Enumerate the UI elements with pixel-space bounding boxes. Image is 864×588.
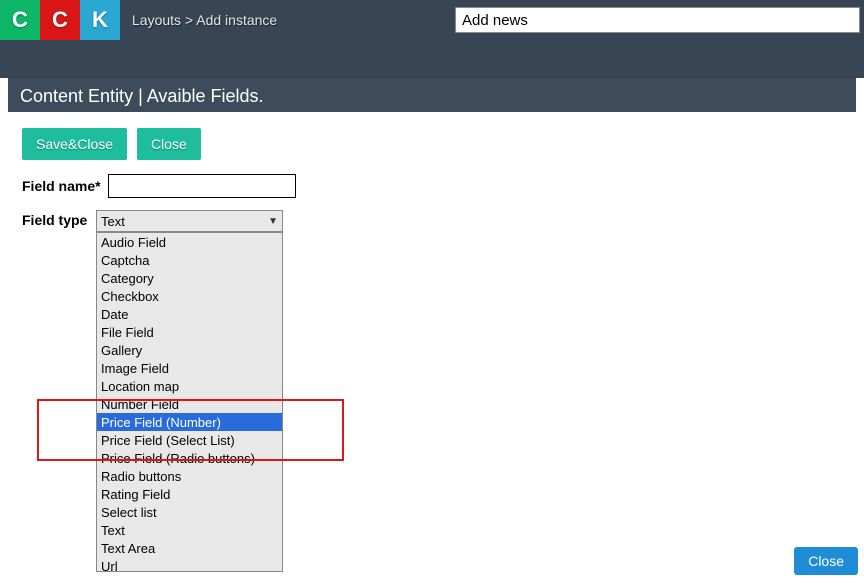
field-type-selected-value: Text [101,214,125,229]
dropdown-option[interactable]: Gallery [97,341,282,359]
logo-k: K [80,0,120,40]
dropdown-option[interactable]: Category [97,269,282,287]
breadcrumb-part2[interactable]: Add instance [196,12,277,28]
field-name-row: Field name* [22,174,842,198]
close-button[interactable]: Close [137,128,201,160]
field-name-label: Field name* [22,178,108,194]
field-type-label: Field type [22,210,96,228]
breadcrumb-sep: > [185,12,193,28]
panel-body: Save&Close Close Field name* Field type … [8,112,856,588]
dropdown-option[interactable]: Text [97,521,282,539]
panel-title: Content Entity | Avaible Fields. [8,78,856,112]
panel: Content Entity | Avaible Fields. Save&Cl… [8,78,856,588]
logo-c1: C [0,0,40,40]
save-close-button[interactable]: Save&Close [22,128,127,160]
dropdown-option[interactable]: Location map [97,377,282,395]
dropdown-option[interactable]: Checkbox [97,287,282,305]
field-type-select-column: Text ▼ Audio FieldCaptchaCategoryCheckbo… [96,210,283,572]
breadcrumb-part1[interactable]: Layouts [132,12,181,28]
dropdown-option[interactable]: Select list [97,503,282,521]
footer-close-button[interactable]: Close [794,547,858,575]
dropdown-option[interactable]: File Field [97,323,282,341]
add-news-input[interactable] [455,7,860,33]
dropdown-option[interactable]: Text Area [97,539,282,557]
breadcrumb: Layouts > Add instance [132,12,277,28]
field-type-row: Field type Text ▼ Audio FieldCaptchaCate… [22,210,842,572]
logo-c2: C [40,0,80,40]
dropdown-option[interactable]: Number Field [97,395,282,413]
top-bar: C C K Layouts > Add instance [0,0,864,78]
dropdown-option[interactable]: Price Field (Radio buttons) [97,449,282,467]
field-type-dropdown[interactable]: Audio FieldCaptchaCategoryCheckboxDateFi… [96,232,283,572]
dropdown-option[interactable]: Image Field [97,359,282,377]
dropdown-option[interactable]: Audio Field [97,233,282,251]
field-type-select[interactable]: Text ▼ [96,210,283,232]
dropdown-option[interactable]: Price Field (Select List) [97,431,282,449]
dropdown-option[interactable]: Price Field (Number) [97,413,282,431]
chevron-down-icon: ▼ [268,216,278,227]
button-row: Save&Close Close [22,128,842,160]
field-name-input[interactable] [108,174,296,198]
dropdown-option[interactable]: Url [97,557,282,572]
dropdown-option[interactable]: Captcha [97,251,282,269]
dropdown-option[interactable]: Rating Field [97,485,282,503]
dropdown-option[interactable]: Date [97,305,282,323]
logo: C C K [0,0,120,40]
dropdown-option[interactable]: Radio buttons [97,467,282,485]
